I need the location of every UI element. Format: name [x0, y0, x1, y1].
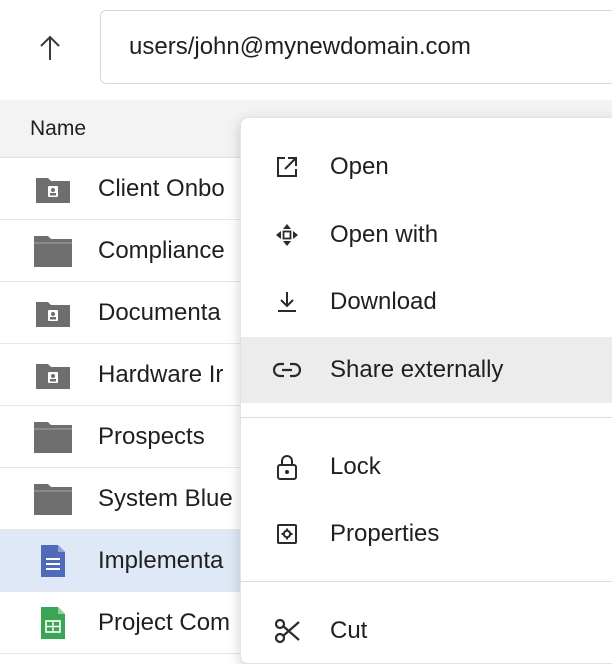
path-text: users/john@mynewdomain.com: [129, 33, 471, 60]
file-name: Project Com: [98, 608, 231, 636]
file-name: Client Onbo: [98, 174, 225, 202]
navigate-up-button[interactable]: [30, 28, 70, 68]
menu-item-open-with[interactable]: Open with: [241, 202, 612, 268]
file-name: Implementa: [98, 546, 224, 574]
scissors-icon: [271, 615, 303, 647]
spreadsheet-icon: [32, 603, 74, 643]
folder-icon: [32, 417, 74, 457]
menu-item-label: Cut: [330, 617, 368, 644]
menu-item-label: Open: [330, 153, 389, 180]
menu-separator: [241, 581, 612, 582]
arrow-up-icon: [40, 35, 60, 60]
document-icon: [32, 541, 74, 581]
open-external-icon: [271, 151, 303, 183]
path-input[interactable]: users/john@mynewdomain.com: [100, 10, 612, 84]
menu-item-label: Share externally: [330, 356, 504, 383]
menu-item-label: Lock: [330, 453, 381, 480]
download-icon: [271, 286, 303, 318]
shared-folder-icon: [32, 355, 74, 395]
menu-item-lock[interactable]: Lock: [241, 434, 612, 500]
folder-icon: [32, 231, 74, 271]
menu-item-open[interactable]: Open: [241, 134, 612, 200]
shared-folder-icon: [32, 169, 74, 209]
menu-item-label: Download: [330, 288, 437, 315]
file-name: Prospects: [98, 422, 205, 450]
column-header-label: Name: [30, 116, 87, 140]
menu-item-download[interactable]: Download: [241, 269, 612, 335]
folder-icon: [32, 479, 74, 519]
lock-icon: [271, 451, 303, 483]
file-name: System Blue: [98, 484, 233, 512]
file-name: Compliance: [98, 236, 225, 264]
menu-item-label: Properties: [330, 520, 440, 547]
properties-icon: [271, 518, 303, 550]
file-name: Hardware Ir: [98, 360, 224, 388]
menu-item-cut[interactable]: Cut: [241, 598, 612, 663]
menu-item-label: Open with: [330, 221, 439, 248]
shared-folder-icon: [32, 293, 74, 333]
context-menu: Open Open with Download Share externally…: [240, 117, 612, 664]
file-name: Documenta: [98, 298, 221, 326]
move-arrows-icon: [271, 219, 303, 251]
link-icon: [271, 354, 303, 386]
menu-item-share-externally[interactable]: Share externally: [241, 337, 612, 403]
menu-separator: [241, 417, 612, 418]
menu-item-properties[interactable]: Properties: [241, 501, 612, 567]
